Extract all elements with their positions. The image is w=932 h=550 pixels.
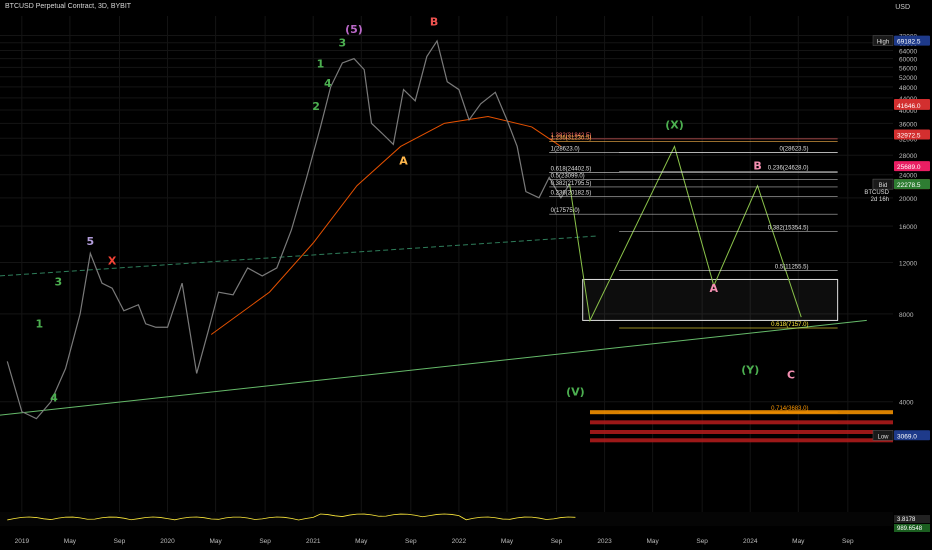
fib-level-label: 0.5(11255.5) (775, 265, 809, 271)
x-tick-label: May (501, 538, 514, 545)
fib-level-label: 0.618(7157.0) (771, 322, 808, 328)
price-tag-value: 25689.0 (897, 164, 921, 171)
wave-label: 3 (54, 276, 62, 289)
x-tick-label: 2020 (160, 538, 175, 545)
x-tick-label: 2021 (306, 538, 321, 545)
y-tick-label: 8000 (899, 312, 914, 319)
price-tag-name: Bid (879, 183, 888, 189)
y-tick-label: 64000 (899, 48, 917, 55)
y-tick-label: 4000 (899, 400, 914, 407)
wave-label: (5) (345, 23, 363, 36)
fib-level-label: 0.618(24402.5) (551, 167, 592, 173)
price-tag-value: 22278.5 (897, 182, 921, 189)
indicator-value: 3.8178 (897, 517, 916, 523)
x-tick-label: Sep (842, 538, 854, 545)
y-tick-label: 28000 (899, 153, 917, 160)
x-tick-label: 2022 (452, 538, 467, 545)
price-chart[interactable]: 7200068000640006000056000520004800044000… (0, 0, 932, 550)
fib-extension-band (589, 420, 893, 425)
fib-level-label: 0(28623.5) (779, 146, 808, 152)
fib-level-label: 0.382(15354.5) (768, 225, 809, 231)
x-tick-label: 2024 (743, 538, 758, 545)
x-tick-label: 2019 (15, 538, 30, 545)
wave-label: B (430, 15, 438, 28)
wave-label: A (399, 155, 408, 168)
price-tag-value: 32972.5 (897, 132, 921, 139)
y-tick-label: 20000 (899, 196, 917, 203)
wave-label: C (787, 369, 795, 382)
fib-level-label: 0(17575.0) (551, 208, 580, 214)
x-tick-label: Sep (259, 538, 271, 545)
wave-label: 5 (86, 235, 94, 248)
wave-label: 4 (324, 77, 332, 90)
x-tick-label: Sep (114, 538, 126, 545)
wave-label: A (710, 282, 719, 295)
x-tick-label: May (209, 538, 222, 545)
price-tag-name: Low (877, 434, 889, 440)
price-tag-value: 69182.5 (897, 39, 921, 46)
y-tick-label: 24000 (899, 173, 917, 180)
y-tick-label: 52000 (899, 75, 917, 82)
y-tick-label: 12000 (899, 261, 917, 268)
fib-extension-band (589, 429, 893, 434)
symbol-label: BTCUSD (864, 190, 889, 196)
price-tag-value: 3069.0 (897, 433, 917, 440)
y-tick-label: 36000 (899, 121, 917, 128)
wave-label: 3 (339, 37, 347, 50)
fib-level-label: 1.236(31230.5) (551, 135, 592, 141)
wave-label: 1 (36, 317, 44, 330)
x-tick-label: May (355, 538, 368, 545)
fib-level-label: 0.236(20182.5) (551, 191, 592, 197)
x-tick-label: 2023 (597, 538, 612, 545)
x-tick-label: May (64, 538, 77, 545)
wave-label: X (108, 255, 117, 268)
fib-level-label: 0.236(24628.0) (768, 165, 809, 171)
wave-label: (V) (566, 386, 585, 399)
wave-label: 2 (312, 100, 320, 113)
x-tick-label: Sep (551, 538, 563, 545)
wave-label: (Y) (741, 363, 759, 376)
fib-level-label: 0.714(3683.0) (771, 406, 808, 412)
x-tick-label: May (646, 538, 659, 545)
wave-label: 1 (317, 57, 325, 70)
wave-label: (X) (665, 119, 684, 132)
fib-extension-band (589, 438, 893, 443)
y-tick-label: 60000 (899, 57, 917, 64)
x-tick-label: Sep (405, 538, 417, 545)
wave-label: B (753, 160, 761, 173)
indicator-value: 989.6548 (897, 526, 923, 532)
y-tick-label: 48000 (899, 85, 917, 92)
x-tick-label: May (792, 538, 805, 545)
price-tag-name: High (877, 40, 889, 46)
price-tag-value: 41646.0 (897, 103, 921, 110)
fib-level-label: 0.382(21795.5) (551, 181, 592, 187)
y-tick-label: 16000 (899, 224, 917, 231)
wave-label: 4 (50, 392, 58, 405)
countdown-label: 2d 16h (871, 197, 889, 203)
fib-level-label: 1(28623.0) (551, 146, 580, 152)
x-tick-label: Sep (696, 538, 708, 545)
y-tick-label: 56000 (899, 65, 917, 72)
fib-level-label: 0.5(23099.0) (551, 174, 585, 180)
